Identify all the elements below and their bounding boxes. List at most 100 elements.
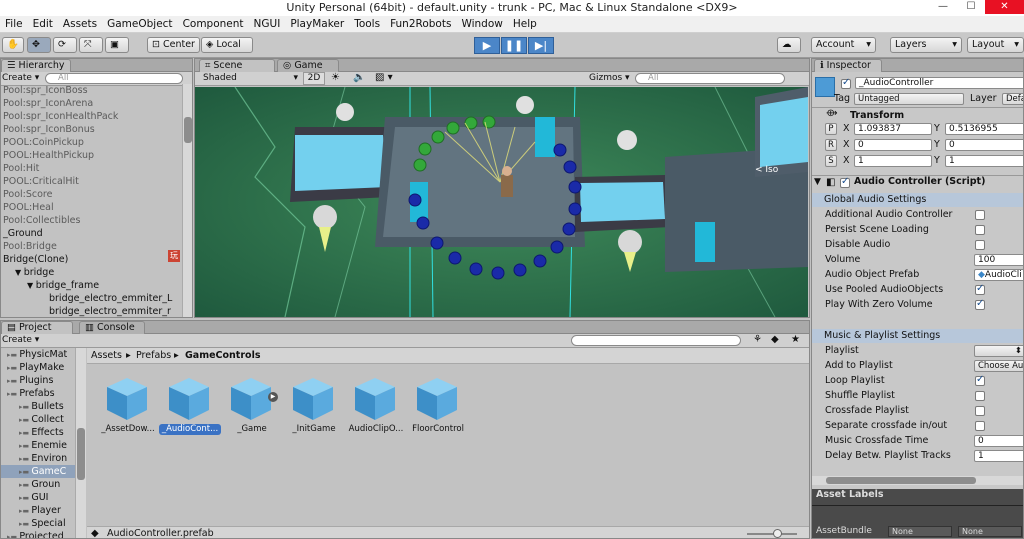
- hierarchy-item[interactable]: Pool:Collectibles: [1, 214, 182, 227]
- asset-tile[interactable]: AudioClipO...: [345, 374, 407, 438]
- menu-playmaker[interactable]: PlayMaker: [285, 16, 349, 32]
- hierarchy-item[interactable]: ▼ bridge: [1, 266, 182, 279]
- music-settings-header[interactable]: Music & Playlist Settings: [812, 329, 1023, 343]
- shading-mode-dropdown[interactable]: Shaded ▾: [203, 73, 298, 83]
- hierarchy-item[interactable]: Pool:Hit: [1, 162, 182, 175]
- inspector-hscrollbar[interactable]: [812, 476, 1023, 485]
- pivot-local-button[interactable]: ◈ Local: [201, 37, 253, 53]
- menu-gameobject[interactable]: GameObject: [102, 16, 177, 32]
- property-dropdown[interactable]: ⬍: [974, 345, 1023, 357]
- property-checkbox[interactable]: [975, 283, 985, 295]
- hierarchy-item[interactable]: POOL:CriticalHit: [1, 175, 182, 188]
- hierarchy-item[interactable]: ▼ bridge_frame: [1, 279, 182, 292]
- tab-scene[interactable]: ⌗ Scene: [199, 59, 275, 72]
- audio-toggle[interactable]: 🔈: [353, 72, 365, 83]
- component-enabled-checkbox[interactable]: [840, 176, 850, 188]
- property-checkbox[interactable]: [975, 240, 985, 250]
- filter-label-icon[interactable]: ◆: [771, 334, 779, 345]
- property-checkbox[interactable]: [975, 298, 985, 310]
- slider-knob[interactable]: [773, 529, 782, 538]
- project-folder-item[interactable]: ▸▬ Plugins: [1, 374, 75, 387]
- hierarchy-item[interactable]: Pool:spr_IconArena: [1, 97, 182, 110]
- project-folder-item[interactable]: ▸▬ GUI: [1, 491, 75, 504]
- scroll-thumb[interactable]: [184, 117, 192, 143]
- hierarchy-item[interactable]: Pool:spr_IconBoss: [1, 84, 182, 97]
- project-folder-item[interactable]: ▸▬ Collect: [1, 413, 75, 426]
- tab-inspector[interactable]: ℹ Inspector: [814, 59, 882, 72]
- scroll-thumb[interactable]: [826, 477, 976, 484]
- foldout-arrow-icon[interactable]: ▼: [814, 177, 821, 187]
- tag-dropdown[interactable]: Untagged: [854, 93, 964, 105]
- minimize-button[interactable]: —: [929, 0, 957, 14]
- layer-dropdown[interactable]: Defa: [1002, 93, 1023, 105]
- layers-dropdown[interactable]: Layers ▾: [890, 37, 962, 53]
- menu-ngui[interactable]: NGUI: [249, 16, 286, 32]
- rect-tool-button[interactable]: ▣: [105, 37, 129, 53]
- project-folder-item[interactable]: ▸▬ Player: [1, 504, 75, 517]
- scale-tool-button[interactable]: ⤧: [79, 37, 103, 53]
- project-folder-item[interactable]: ▸▬ PlayMake: [1, 361, 75, 374]
- hierarchy-item[interactable]: Pool:Bridge: [1, 240, 182, 253]
- menu-tools[interactable]: Tools: [349, 16, 385, 32]
- project-tree-scrollbar[interactable]: [75, 348, 86, 538]
- menu-file[interactable]: File: [0, 16, 28, 32]
- scroll-thumb[interactable]: [77, 428, 85, 480]
- icon-size-slider[interactable]: [747, 529, 797, 538]
- transform-sx-field[interactable]: 1: [854, 155, 932, 167]
- breadcrumb-prefabs[interactable]: Prefabs: [136, 350, 171, 361]
- global-settings-header[interactable]: Global Audio Settings: [812, 193, 1023, 207]
- move-tool-button[interactable]: ✥: [27, 37, 51, 53]
- hierarchy-search-input[interactable]: All: [45, 73, 183, 84]
- pause-button[interactable]: ❚❚: [501, 37, 527, 54]
- property-checkbox[interactable]: [975, 225, 985, 235]
- hierarchy-item[interactable]: Bridge(Clone): [1, 253, 182, 266]
- property-checkbox[interactable]: [975, 374, 985, 386]
- transform-reset-p-button[interactable]: P: [825, 123, 837, 135]
- project-folder-item[interactable]: ▸▬ Special: [1, 517, 75, 530]
- favorite-icon[interactable]: ★: [791, 334, 800, 345]
- lighting-toggle[interactable]: ☀: [331, 72, 340, 83]
- layout-dropdown[interactable]: Layout ▾: [967, 37, 1024, 53]
- asset-bundle-dropdown[interactable]: None: [888, 526, 952, 537]
- menu-help[interactable]: Help: [508, 16, 542, 32]
- scene-search-input[interactable]: All: [635, 73, 785, 84]
- breadcrumb-assets[interactable]: Assets: [91, 350, 122, 361]
- project-folder-item[interactable]: ▸▬ GameC: [1, 465, 75, 478]
- property-checkbox[interactable]: [975, 421, 985, 431]
- scene-viewport[interactable]: < Iso: [195, 87, 808, 317]
- project-search-input[interactable]: [571, 335, 741, 346]
- hierarchy-item[interactable]: bridge_electro_emmiter_r: [1, 305, 182, 317]
- play-button[interactable]: ▶: [474, 37, 500, 54]
- property-checkbox[interactable]: [975, 210, 985, 220]
- hierarchy-item[interactable]: POOL:HealthPickup: [1, 149, 182, 162]
- property-checkbox[interactable]: [975, 391, 985, 401]
- transform-reset-s-button[interactable]: S: [825, 155, 837, 167]
- cloud-button[interactable]: ☁: [777, 37, 801, 53]
- number-field[interactable]: 1: [974, 450, 1023, 462]
- menu-window[interactable]: Window: [456, 16, 507, 32]
- hierarchy-item[interactable]: Pool:Score: [1, 188, 182, 201]
- tab-game[interactable]: ◎ Game: [277, 59, 339, 72]
- active-checkbox[interactable]: [841, 77, 851, 89]
- transform-ry-field[interactable]: 0: [945, 139, 1023, 151]
- step-button[interactable]: ▶|: [528, 37, 554, 54]
- project-folder-item[interactable]: ▸▬ Effects: [1, 426, 75, 439]
- hand-tool-button[interactable]: ✋: [2, 37, 24, 53]
- property-dropdown[interactable]: Choose Au: [974, 360, 1023, 372]
- 2d-toggle[interactable]: 2D: [303, 72, 325, 85]
- project-folder-item[interactable]: ▸▬ Bullets: [1, 400, 75, 413]
- menu-edit[interactable]: Edit: [28, 16, 58, 32]
- project-folder-item[interactable]: ▸▬ Groun: [1, 478, 75, 491]
- project-folder-item[interactable]: ▸▬ Enemie: [1, 439, 75, 452]
- project-create-dropdown[interactable]: Create ▾: [2, 335, 39, 345]
- object-name-field[interactable]: _AudioController: [855, 77, 1023, 89]
- hierarchy-item[interactable]: Pool:spr_IconBonus: [1, 123, 182, 136]
- project-folder-item[interactable]: ▸▬ Prefabs: [1, 387, 75, 400]
- hierarchy-item[interactable]: POOL:Heal: [1, 201, 182, 214]
- pivot-center-button[interactable]: ⊡ Center: [147, 37, 200, 53]
- close-button[interactable]: ✕: [985, 0, 1024, 14]
- transform-sy-field[interactable]: 1: [945, 155, 1023, 167]
- hierarchy-item[interactable]: bridge_electro_emmiter_L: [1, 292, 182, 305]
- hierarchy-item[interactable]: _Ground: [1, 227, 182, 240]
- asset-tile[interactable]: _AssetDow...: [97, 374, 159, 438]
